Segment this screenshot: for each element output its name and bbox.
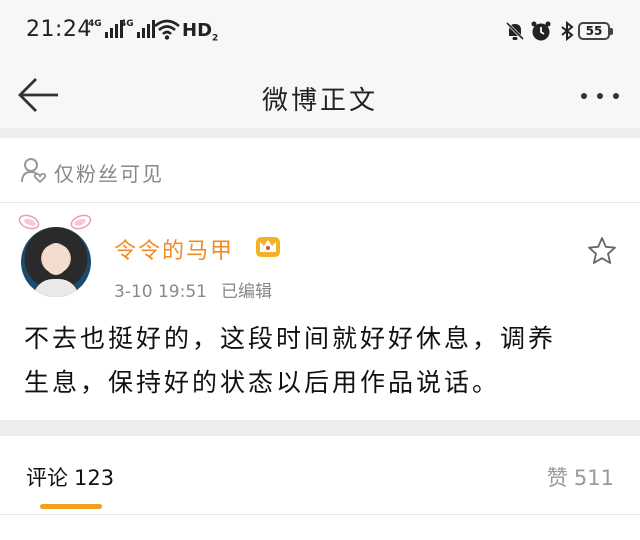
visibility-row: 仅粉丝可见: [0, 138, 640, 202]
tab-likes[interactable]: 赞 511: [547, 462, 614, 492]
screen: 21:24 4G 4G HD2 55 微博正文 仅粉丝可见 令令的马甲 3-10…: [0, 0, 640, 540]
mute-bell-icon: [505, 21, 525, 41]
tab-comments-label: 评论: [26, 466, 68, 490]
avatar[interactable]: [14, 213, 96, 301]
tab-bar: 评论 123 赞 511: [0, 436, 640, 540]
star-icon: [588, 237, 616, 264]
wifi-icon: [154, 19, 180, 40]
page-title: 微博正文: [261, 86, 378, 116]
status-time: 21:24: [26, 17, 92, 42]
post-date: 3-10 19:51: [114, 282, 207, 302]
status-bar: 21:24 4G 4G HD2 55: [0, 0, 640, 62]
divider: [0, 514, 640, 515]
network-hd-indicator: HD2: [182, 20, 219, 44]
bunny-ear-icon: [70, 214, 92, 230]
tab-likes-label: 赞: [546, 466, 568, 490]
crown-badge-icon[interactable]: [254, 233, 282, 259]
edited-label: 已编辑: [220, 282, 272, 302]
section-separator: [0, 420, 640, 436]
avatar-image: [21, 227, 91, 297]
post-content-line: 不去也挺好的，这段时间就好好休息，调养: [24, 324, 557, 353]
likes-count: 511: [573, 466, 614, 490]
more-dots-icon: [581, 93, 619, 99]
bunny-ear-icon: [18, 214, 40, 230]
post-card: 令令的马甲 3-10 19:51 已编辑 不去也挺好的，这段时间就好好休息，调养 …: [0, 203, 640, 420]
visibility-label: 仅粉丝可见: [54, 162, 164, 186]
comments-count: 123: [74, 466, 115, 490]
signal-strength-icon: 4G: [88, 20, 123, 38]
post-content: 不去也挺好的，这段时间就好好休息，调养 生息，保持好的状态以后用作品说话。: [24, 317, 624, 405]
username[interactable]: 令令的马甲: [114, 233, 234, 265]
bluetooth-icon: [561, 20, 574, 42]
signal-strength-icon: 4G: [120, 20, 155, 38]
fans-only-icon: [21, 158, 47, 184]
nav-bar: 微博正文: [0, 62, 640, 128]
section-separator: [0, 128, 640, 138]
favorite-button[interactable]: [586, 235, 618, 267]
post-meta: 3-10 19:51 已编辑: [114, 277, 286, 302]
battery-indicator: 55: [578, 22, 613, 40]
post-content-line: 生息，保持好的状态以后用作品说话。: [24, 368, 501, 397]
active-tab-indicator: [40, 504, 102, 509]
tab-comments[interactable]: 评论 123: [26, 462, 114, 492]
alarm-icon: [531, 21, 551, 41]
more-button[interactable]: [578, 86, 622, 106]
